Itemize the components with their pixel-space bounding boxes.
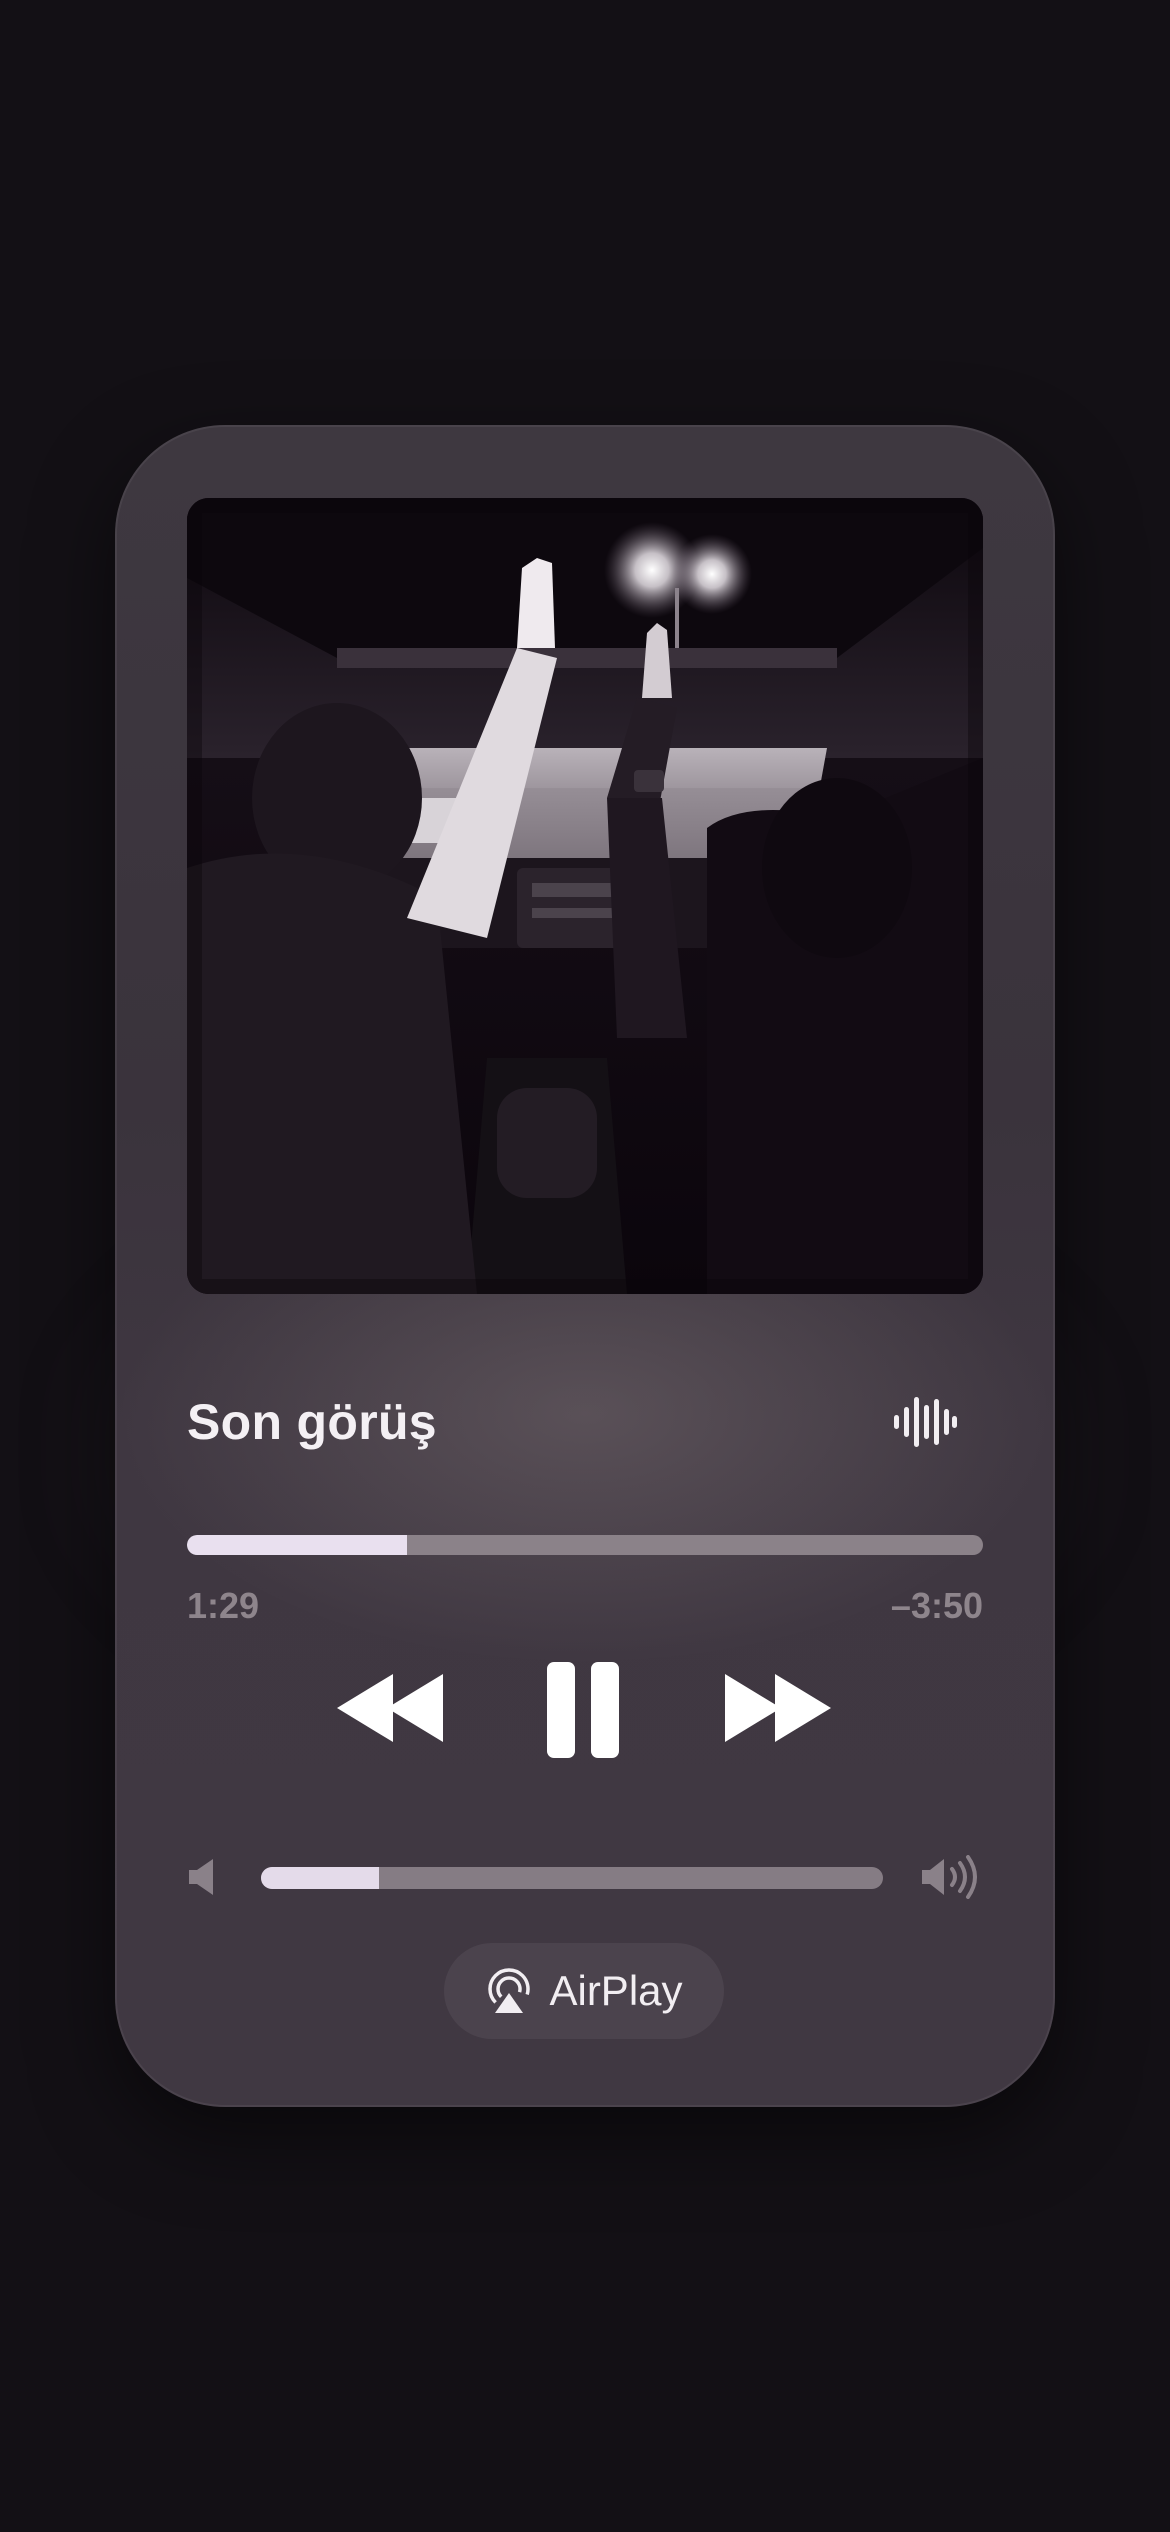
backward-icon [337, 1674, 443, 1742]
song-title[interactable]: Son görüş [187, 1393, 437, 1451]
time-elapsed: 1:29 [187, 1585, 260, 1626]
album-artwork[interactable] [187, 498, 983, 1294]
volume-min-icon[interactable] [187, 1857, 219, 1897]
album-artwork-image [187, 498, 983, 1294]
pause-button[interactable] [543, 1660, 623, 1760]
airplay-label: AirPlay [549, 1967, 683, 2014]
pause-icon [547, 1662, 619, 1758]
speaker-wave-icon [922, 1855, 977, 1899]
playback-progress-fill [187, 1535, 408, 1555]
fast-forward-button[interactable] [723, 1670, 833, 1746]
speaker-icon [189, 1859, 213, 1895]
airplay-button[interactable]: AirPlay [444, 1943, 724, 2039]
waveform-icon[interactable] [892, 1395, 958, 1449]
playback-progress-bar[interactable] [187, 1535, 983, 1555]
airplay-icon [488, 1968, 531, 2013]
time-remaining: –3:50 [890, 1585, 983, 1626]
forward-icon [725, 1674, 831, 1742]
now-playing-card: Son görüş 1:29 –3:50 AirPlay [115, 425, 1055, 2107]
volume-slider[interactable] [261, 1867, 883, 1889]
rewind-button[interactable] [335, 1670, 445, 1746]
volume-max-icon[interactable] [920, 1855, 982, 1899]
volume-slider-fill [261, 1867, 380, 1889]
